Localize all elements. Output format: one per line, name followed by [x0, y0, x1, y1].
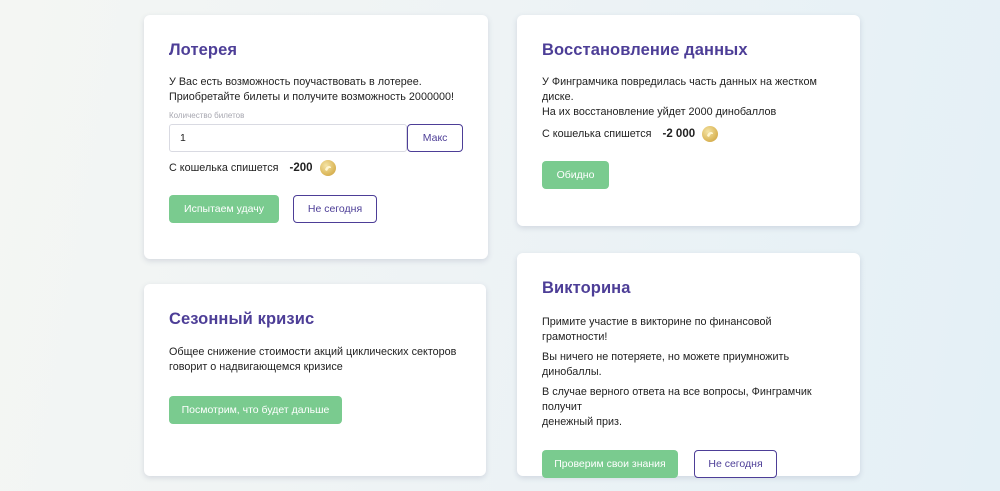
crisis-description: Общее снижение стоимости акций циклическ… [169, 345, 461, 375]
quiz-paragraph-2-line: Вы ничего не потеряете, но можете приумн… [542, 351, 790, 363]
check-knowledge-button[interactable]: Проверим свои знания [542, 450, 678, 478]
crisis-description-line: говорит о надвигающемся кризисе [169, 361, 343, 373]
lottery-description: У Вас есть возможность поучаствовать в л… [169, 75, 463, 105]
ticket-quantity-label: Количество билетов [169, 111, 245, 120]
recovery-cost-amount: -2 000 [662, 128, 696, 140]
crisis-title: Сезонный кризис [169, 310, 315, 328]
recovery-description: У Финграмчика повредилась часть данных н… [542, 75, 835, 120]
quiz-paragraph-3-line: денежный приз. [542, 416, 622, 428]
lottery-title: Лотерея [169, 41, 238, 59]
lottery-cost-label: С кошелька спишется [169, 162, 279, 174]
recovery-cost-row: С кошелька спишется -2 000 [542, 126, 835, 142]
crisis-actions: Посмотрим, что будет дальше [169, 396, 461, 424]
recovery-title: Восстановление данных [542, 41, 748, 59]
dino-coin-icon [319, 160, 336, 176]
quiz-paragraph-3-line: В случае верного ответа на все вопросы, … [542, 386, 812, 413]
dino-coin-icon [702, 126, 719, 142]
quiz-paragraph-3: В случае верного ответа на все вопросы, … [542, 385, 835, 430]
lottery-card: Лотерея У Вас есть возможность поучаство… [144, 15, 488, 259]
max-button[interactable]: Макс [407, 124, 463, 152]
recovery-description-line: На их восстановление уйдет 2000 динобалл… [542, 106, 777, 118]
seasonal-crisis-card: Сезонный кризис Общее снижение стоимости… [144, 284, 486, 476]
quiz-paragraph-2: Вы ничего не потеряете, но можете приумн… [542, 350, 835, 380]
crisis-description-line: Общее снижение стоимости акций циклическ… [169, 346, 457, 358]
lottery-cost-amount: -200 [289, 162, 313, 174]
lottery-actions: Испытаем удачу Не сегодня [169, 195, 463, 223]
quiz-card: Викторина Примите участие в викторине по… [517, 253, 860, 478]
recovery-description-line: У Финграмчика повредилась часть данных н… [542, 76, 817, 103]
quiz-paragraph-1: Примите участие в викторине по финансово… [542, 316, 772, 343]
lottery-description-line: У Вас есть возможность поучаствовать в л… [169, 76, 422, 88]
see-what-next-button[interactable]: Посмотрим, что будет дальше [169, 396, 342, 424]
ticket-quantity-input[interactable] [169, 124, 408, 152]
recovery-actions: Обидно [542, 161, 835, 189]
quiz-actions: Проверим свои знания Не сегодня [542, 450, 835, 478]
quiz-title: Викторина [542, 279, 631, 297]
ticket-quantity-row: Макс [169, 124, 463, 152]
not-today-button[interactable]: Не сегодня [293, 195, 377, 223]
quiz-not-today-button[interactable]: Не сегодня [694, 450, 777, 478]
quiz-paragraph-2-line: динобаллы. [542, 366, 602, 378]
too-bad-button[interactable]: Обидно [542, 161, 609, 189]
recovery-cost-label: С кошелька спишется [542, 128, 652, 140]
lottery-description-line: Приобретайте билеты и получите возможнос… [169, 91, 454, 103]
lottery-cost-row: С кошелька спишется -200 [169, 160, 463, 176]
data-recovery-card: Восстановление данных У Финграмчика повр… [517, 15, 860, 226]
try-luck-button[interactable]: Испытаем удачу [169, 195, 279, 223]
